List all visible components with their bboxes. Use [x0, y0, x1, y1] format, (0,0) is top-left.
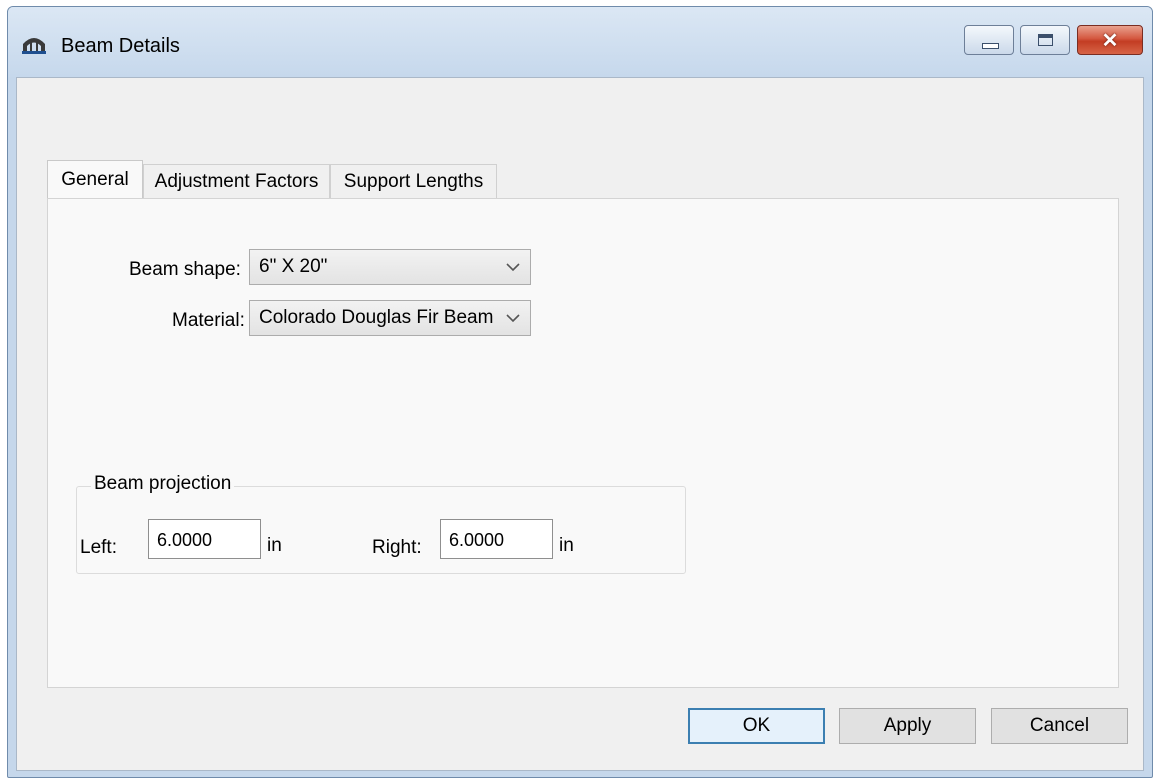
- material-dropdown[interactable]: Colorado Douglas Fir Beam: [249, 300, 531, 336]
- left-projection-input[interactable]: [148, 519, 261, 559]
- right-projection-unit: in: [559, 535, 574, 556]
- maximize-icon: [1038, 34, 1053, 46]
- title-bar[interactable]: Beam Details ✕: [8, 7, 1152, 77]
- beam-projection-title: Beam projection: [91, 473, 235, 495]
- close-button[interactable]: ✕: [1077, 25, 1143, 55]
- material-value: Colorado Douglas Fir Beam: [259, 307, 494, 328]
- right-projection-label: Right:: [372, 537, 422, 558]
- right-projection-input[interactable]: [440, 519, 553, 559]
- beam-projection-group: Beam projection Left: in Right: in: [76, 473, 686, 574]
- chevron-down-icon: [506, 314, 520, 323]
- tab-general-label: General: [61, 168, 129, 190]
- bridge-icon: [22, 38, 46, 54]
- cancel-button[interactable]: Cancel: [991, 708, 1128, 744]
- maximize-button[interactable]: [1020, 25, 1070, 55]
- tab-support-lengths-label: Support Lengths: [343, 170, 484, 192]
- dialog-client-area: General Adjustment Factors Support Lengt…: [16, 77, 1144, 771]
- beam-shape-dropdown[interactable]: 6" X 20": [249, 249, 531, 285]
- minimize-icon: [982, 43, 999, 49]
- beam-shape-value: 6" X 20": [259, 256, 328, 277]
- close-icon: ✕: [1101, 30, 1119, 52]
- minimize-button[interactable]: [964, 25, 1014, 55]
- ok-button[interactable]: OK: [688, 708, 825, 744]
- material-label: Material:: [172, 310, 245, 331]
- beam-details-window: Beam Details ✕ General Adjustment Factor…: [7, 6, 1153, 778]
- tab-adjustment-factors[interactable]: Adjustment Factors: [143, 164, 330, 198]
- beam-shape-label: Beam shape:: [129, 259, 241, 280]
- tab-general[interactable]: General: [47, 160, 143, 198]
- chevron-down-icon: [506, 263, 520, 272]
- window-title: Beam Details: [61, 35, 180, 57]
- tab-adjustment-factors-label: Adjustment Factors: [154, 170, 319, 192]
- apply-button[interactable]: Apply: [839, 708, 976, 744]
- general-tab-panel: Beam shape: 6" X 20" Material: Colorado …: [47, 198, 1119, 688]
- left-projection-label: Left:: [80, 537, 117, 558]
- tab-support-lengths[interactable]: Support Lengths: [330, 164, 497, 198]
- left-projection-unit: in: [267, 535, 282, 556]
